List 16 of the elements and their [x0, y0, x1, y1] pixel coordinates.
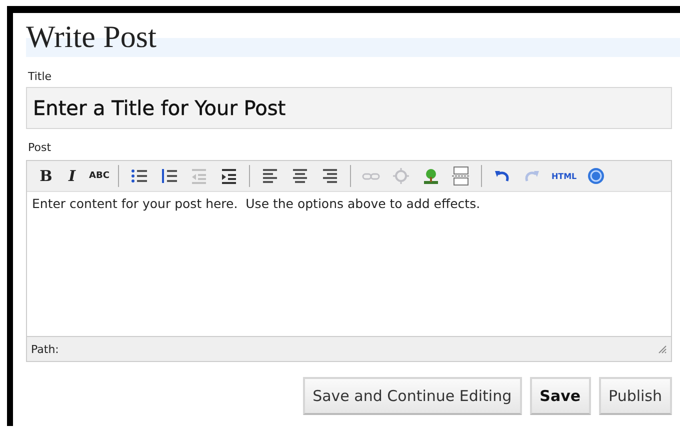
path-label: Path: [31, 342, 59, 356]
post-label: Post [28, 141, 52, 154]
title-label: Title [28, 70, 52, 83]
resize-grip-icon[interactable] [658, 344, 667, 354]
save-button[interactable]: Save [530, 377, 591, 415]
page-heading: Write Post [26, 18, 156, 55]
publish-button[interactable]: Publish [598, 377, 672, 415]
title-field[interactable]: Enter a Title for Your Post [26, 87, 672, 129]
help-icon[interactable] [586, 166, 606, 186]
html-button[interactable]: HTML [549, 165, 579, 187]
numbered-list-icon[interactable] [159, 166, 180, 186]
bold-button[interactable]: B [35, 165, 57, 187]
italic-button[interactable]: I [61, 165, 83, 187]
page-break-icon[interactable] [451, 166, 472, 186]
save-continue-button[interactable]: Save and Continue Editing [302, 377, 522, 415]
strikethrough-button[interactable]: ABC [87, 165, 112, 187]
